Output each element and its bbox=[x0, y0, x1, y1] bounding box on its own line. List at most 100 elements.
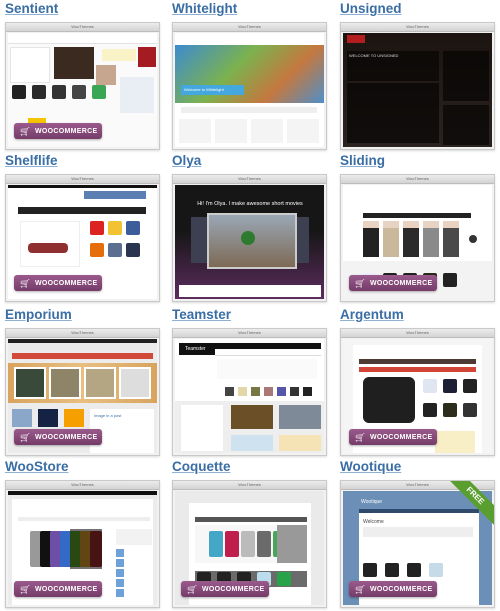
product-thumbnail bbox=[443, 403, 457, 417]
sidebar bbox=[443, 51, 489, 101]
sale-bar bbox=[359, 367, 476, 372]
post-image bbox=[279, 405, 321, 429]
product-thumbnail bbox=[423, 403, 437, 417]
sidebar-product bbox=[116, 549, 124, 557]
nav bbox=[359, 359, 476, 364]
note bbox=[435, 431, 475, 453]
hero-caption: Welcome to Whitelight bbox=[181, 85, 244, 95]
theme-preview[interactable]: WooThemes 🛒 WOOCOMMERCE bbox=[340, 328, 495, 456]
theme-card-unsigned: Unsigned WooThemes WELCOME TO UNSIGNED bbox=[337, 0, 497, 150]
nav bbox=[195, 517, 307, 522]
post-image bbox=[231, 405, 273, 429]
author-avatar bbox=[225, 387, 234, 396]
author-avatar bbox=[251, 387, 260, 396]
theme-title-link[interactable]: Teamster bbox=[172, 307, 231, 322]
theme-preview[interactable]: WooThemes Teamster bbox=[172, 328, 327, 456]
theme-card-shelflife: Shelflife WooThemes 🛒 WOOCOMMERCE bbox=[2, 152, 162, 302]
latest-work bbox=[179, 285, 321, 297]
woocommerce-badge-label: WOOCOMMERCE bbox=[370, 433, 433, 441]
theme-preview[interactable]: WooThemes Wootique Welcome 🛒 WOOCOMMERCE FREE bbox=[340, 480, 495, 608]
product-thumbnail bbox=[429, 563, 443, 577]
ipod bbox=[209, 531, 223, 557]
ipod bbox=[225, 531, 239, 557]
sub-nav bbox=[215, 349, 321, 356]
theme-title-link[interactable]: Wootique bbox=[340, 459, 401, 474]
theme-title-link[interactable]: Argentum bbox=[340, 307, 404, 322]
theme-title-link[interactable]: Coquette bbox=[172, 459, 231, 474]
hero-title: WELCOME TO UNSIGNED bbox=[349, 53, 399, 58]
theme-title-link[interactable]: Olya bbox=[172, 153, 201, 168]
intro bbox=[217, 359, 317, 379]
browser-titlebar: WooThemes bbox=[6, 481, 159, 490]
nav bbox=[18, 207, 146, 214]
author-avatar bbox=[290, 387, 299, 396]
shopping-cart-icon: 🛒 bbox=[355, 584, 366, 594]
thumb bbox=[64, 409, 84, 427]
theme-card-coquette: Coquette WooThemes 🛒 WOOCOMMERCE bbox=[169, 458, 329, 608]
top-bar bbox=[8, 491, 157, 495]
featured-tee bbox=[54, 47, 94, 79]
theme-screenshot: Hi! I'm Olya. I make awesome short movie… bbox=[175, 185, 324, 299]
product-thumbnail bbox=[108, 221, 122, 235]
theme-screenshot: Teamster bbox=[175, 339, 324, 453]
sidebar-panel bbox=[116, 529, 152, 545]
product-thumbnail bbox=[12, 85, 26, 99]
theme-title-link[interactable]: Shelflife bbox=[5, 153, 58, 168]
post-image bbox=[279, 435, 321, 451]
theme-preview[interactable]: WooThemes Welcome to Whitelight bbox=[172, 22, 327, 150]
model-photo bbox=[383, 221, 399, 257]
browser-titlebar: WooThemes bbox=[341, 23, 494, 32]
product-thumbnail bbox=[90, 243, 104, 257]
product-thumbnail bbox=[126, 243, 140, 257]
product-thumbnail bbox=[443, 379, 457, 393]
feature-column bbox=[251, 119, 283, 143]
theme-preview[interactable]: WooThemes 🛒 WOOCOMMERCE bbox=[5, 480, 160, 608]
theme-card-emporium: Emporium WooThemes Image in a post 🛒 WOOCOMM… bbox=[2, 306, 162, 456]
product-thumbnail bbox=[108, 243, 122, 257]
feature-column bbox=[179, 119, 211, 143]
product-thumbnail bbox=[52, 85, 66, 99]
shopping-cart-icon: 🛒 bbox=[20, 278, 31, 288]
slider-overlay bbox=[277, 525, 307, 563]
theme-title-link[interactable]: Sentient bbox=[5, 1, 58, 16]
theme-preview[interactable]: WooThemes 🛒 WOOCOMMERCE bbox=[340, 174, 495, 302]
browser-titlebar: WooThemes bbox=[6, 175, 159, 184]
intro-text bbox=[181, 107, 317, 113]
theme-preview[interactable]: WooThemes 🛒 WOOCOMMERCE bbox=[172, 480, 327, 608]
next-arrow bbox=[469, 235, 477, 243]
author-avatar bbox=[264, 387, 273, 396]
thumb bbox=[38, 409, 58, 427]
product-thumbnail bbox=[126, 221, 140, 235]
theme-preview[interactable]: WooThemes 🛒 WOOCOMMERCE bbox=[5, 22, 160, 150]
bike-image bbox=[138, 47, 156, 67]
post-title: Image in a post bbox=[94, 413, 122, 418]
product-thumbnail bbox=[463, 403, 477, 417]
theme-title-link[interactable]: Whitelight bbox=[172, 1, 237, 16]
sidebar-product bbox=[116, 569, 124, 577]
theme-title-link[interactable]: Sliding bbox=[340, 153, 385, 168]
browser-titlebar: WooThemes bbox=[6, 23, 159, 32]
product-thumbnail bbox=[92, 85, 106, 99]
theme-title-link[interactable]: Unsigned bbox=[340, 1, 402, 16]
theme-preview[interactable]: WooThemes Hi! I'm Olya. I make awesome sh… bbox=[172, 174, 327, 302]
theme-preview[interactable]: WooThemes WELCOME TO UNSIGNED bbox=[340, 22, 495, 150]
browser-titlebar: WooThemes bbox=[341, 175, 494, 184]
product-thumbnail bbox=[72, 85, 86, 99]
theme-title-link[interactable]: Emporium bbox=[5, 307, 72, 322]
sale-banner bbox=[12, 353, 153, 359]
shopping-cart-icon: 🛒 bbox=[20, 126, 31, 136]
theme-card-woostore: WooStore WooThemes 🛒 WOOCOMMERCE bbox=[2, 458, 162, 608]
social-media bbox=[443, 105, 489, 145]
woocommerce-badge: 🛒 WOOCOMMERCE bbox=[14, 581, 102, 597]
theme-preview[interactable]: WooThemes 🛒 WOOCOMMERCE bbox=[5, 174, 160, 302]
product-thumbnail bbox=[407, 563, 421, 577]
banner bbox=[84, 191, 146, 199]
theme-title-link[interactable]: WooStore bbox=[5, 459, 69, 474]
woocommerce-badge: 🛒 WOOCOMMERCE bbox=[14, 275, 102, 291]
shopping-cart-icon: 🛒 bbox=[20, 432, 31, 442]
intro-text bbox=[363, 527, 473, 537]
gig-table bbox=[347, 83, 439, 143]
theme-preview[interactable]: WooThemes Image in a post 🛒 WOOCOMMERCE bbox=[5, 328, 160, 456]
browser-titlebar: WooThemes bbox=[6, 329, 159, 338]
theme-card-wootique: Wootique WooThemes Wootique Welcome 🛒 WOOCOMM… bbox=[337, 458, 497, 608]
